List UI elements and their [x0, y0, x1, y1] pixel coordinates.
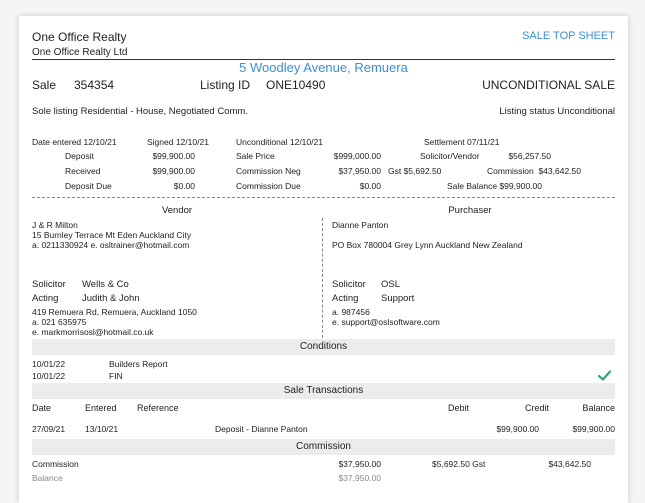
commission-value: $43,642.50 [538, 166, 581, 176]
vendor-solicitor-label: Solicitor [32, 279, 66, 290]
received-label: Received [65, 166, 101, 176]
purchaser-acting: Support [381, 293, 415, 304]
sale-status: UNCONDITIONAL SALE [482, 78, 615, 92]
date-unconditional: Unconditional 12/10/21 [236, 137, 323, 147]
commission-row-label: Commission [32, 459, 79, 469]
commission-due-label: Commission Due [236, 181, 301, 191]
section-divider [32, 197, 615, 198]
condition-label: Builders Report [109, 359, 168, 369]
transactions-band: Sale Transactions [32, 383, 615, 399]
transaction-reference: Deposit - Dianne Panton [215, 424, 308, 434]
condition-label: FIN [109, 371, 123, 381]
purchaser-solicitor-email: e. support@oslsoftware.com [332, 317, 440, 327]
sale-balance: Sale Balance $99,900.00 [447, 181, 542, 191]
col-credit: Credit [524, 403, 549, 413]
sale-price-label: Sale Price [236, 151, 275, 161]
deposit-value: $99,900.00 [152, 151, 195, 161]
transactions-heading: Sale Transactions [283, 385, 364, 396]
commission-band: Commission [32, 439, 615, 455]
condition-date: 10/01/22 [32, 359, 66, 369]
commission-neg-label: Commission Neg [236, 166, 301, 176]
property-address: 5 Woodley Avenue, Remuera [239, 60, 408, 75]
vendor-heading: Vendor [161, 205, 193, 216]
checkmark-icon [598, 370, 611, 381]
vendor-address: 15 Burnley Terrace Mt Eden Auckland City [32, 230, 192, 240]
column-divider [322, 218, 323, 338]
vendor-contact: a. 0211330924 e. osltrainer@hotmail.com [32, 240, 190, 250]
commission-row-amount: $37,950.00 [338, 473, 381, 483]
purchaser-solicitor-phone: a. 987456 [332, 307, 370, 317]
commission-row-label: Balance [32, 473, 63, 483]
purchaser-heading: Purchaser [448, 205, 492, 216]
vendor-solicitor-email: e. markmorrisosl@hotmail.co.uk [32, 327, 154, 337]
col-debit: Debit [447, 403, 469, 413]
purchaser-name: Dianne Panton [332, 220, 389, 230]
listing-id: ONE10490 [266, 78, 326, 92]
listing-status: Listing status Unconditional [499, 106, 615, 117]
commission-heading: Commission [295, 441, 351, 452]
commission-due-value: $0.00 [359, 181, 381, 191]
sale-price-value: $999,000.00 [333, 151, 381, 161]
listing-description: Sole listing Residential - House, Negoti… [32, 106, 248, 117]
purchaser-solicitor-label: Solicitor [332, 279, 366, 290]
received-value: $99,900.00 [152, 166, 195, 176]
commission-row-total: $43,642.50 [548, 459, 591, 469]
commission-neg-value: $37,950.00 [338, 166, 381, 176]
vendor-solicitor-phone: a. 021 635975 [32, 317, 87, 327]
listing-id-label: Listing ID [200, 78, 251, 92]
conditions-band: Conditions [32, 339, 615, 355]
vendor-name: J & R Milton [32, 220, 78, 230]
vendor-solicitor: Wells & Co [82, 279, 129, 290]
deposit-due-value: $0.00 [173, 181, 195, 191]
purchaser-solicitor: OSL [381, 279, 401, 290]
vendor-acting-label: Acting [32, 293, 59, 304]
purchaser-acting-label: Acting [332, 293, 359, 304]
date-entered: Date entered 12/10/21 [32, 137, 117, 147]
conditions-heading: Conditions [299, 341, 348, 352]
date-settlement: Settlement 07/11/21 [424, 137, 500, 147]
sale-label: Sale [32, 78, 57, 92]
commission-row-amount: $37,950.00 [338, 459, 381, 469]
doc-type: SALE TOP SHEET [522, 30, 615, 42]
transaction-date: 27/09/21 [32, 424, 66, 434]
vendor-solicitor-address: 419 Remuera Rd, Remuera, Auckland 1050 [32, 307, 197, 317]
deposit-due-label: Deposit Due [65, 181, 112, 191]
sale-number: 354354 [74, 78, 115, 92]
col-reference: Reference [137, 403, 179, 413]
date-signed: Signed 12/10/21 [147, 137, 209, 147]
gst-value: Gst $5,692.50 [388, 166, 442, 176]
col-entered: Entered [85, 403, 117, 413]
transaction-entered: 13/10/21 [85, 424, 119, 434]
transaction-credit: $99,900.00 [496, 424, 539, 434]
col-date: Date [32, 403, 52, 413]
col-balance: Balance [582, 403, 615, 413]
sale-top-sheet: One Office Realty One Office Realty Ltd … [19, 16, 628, 503]
company-name: One Office Realty [32, 30, 127, 44]
solicitor-vendor-label: Solicitor/Vendor [420, 151, 480, 161]
company-sub: One Office Realty Ltd [32, 47, 128, 58]
purchaser-address: PO Box 780004 Grey Lynn Auckland New Zea… [332, 240, 523, 250]
transaction-balance: $99,900.00 [572, 424, 615, 434]
commission-row-gst: $5,692.50 Gst [432, 459, 486, 469]
solicitor-vendor-value: $56,257.50 [508, 151, 551, 161]
vendor-acting: Judith & John [82, 293, 140, 304]
condition-date: 10/01/22 [32, 371, 66, 381]
deposit-label: Deposit [65, 151, 94, 161]
